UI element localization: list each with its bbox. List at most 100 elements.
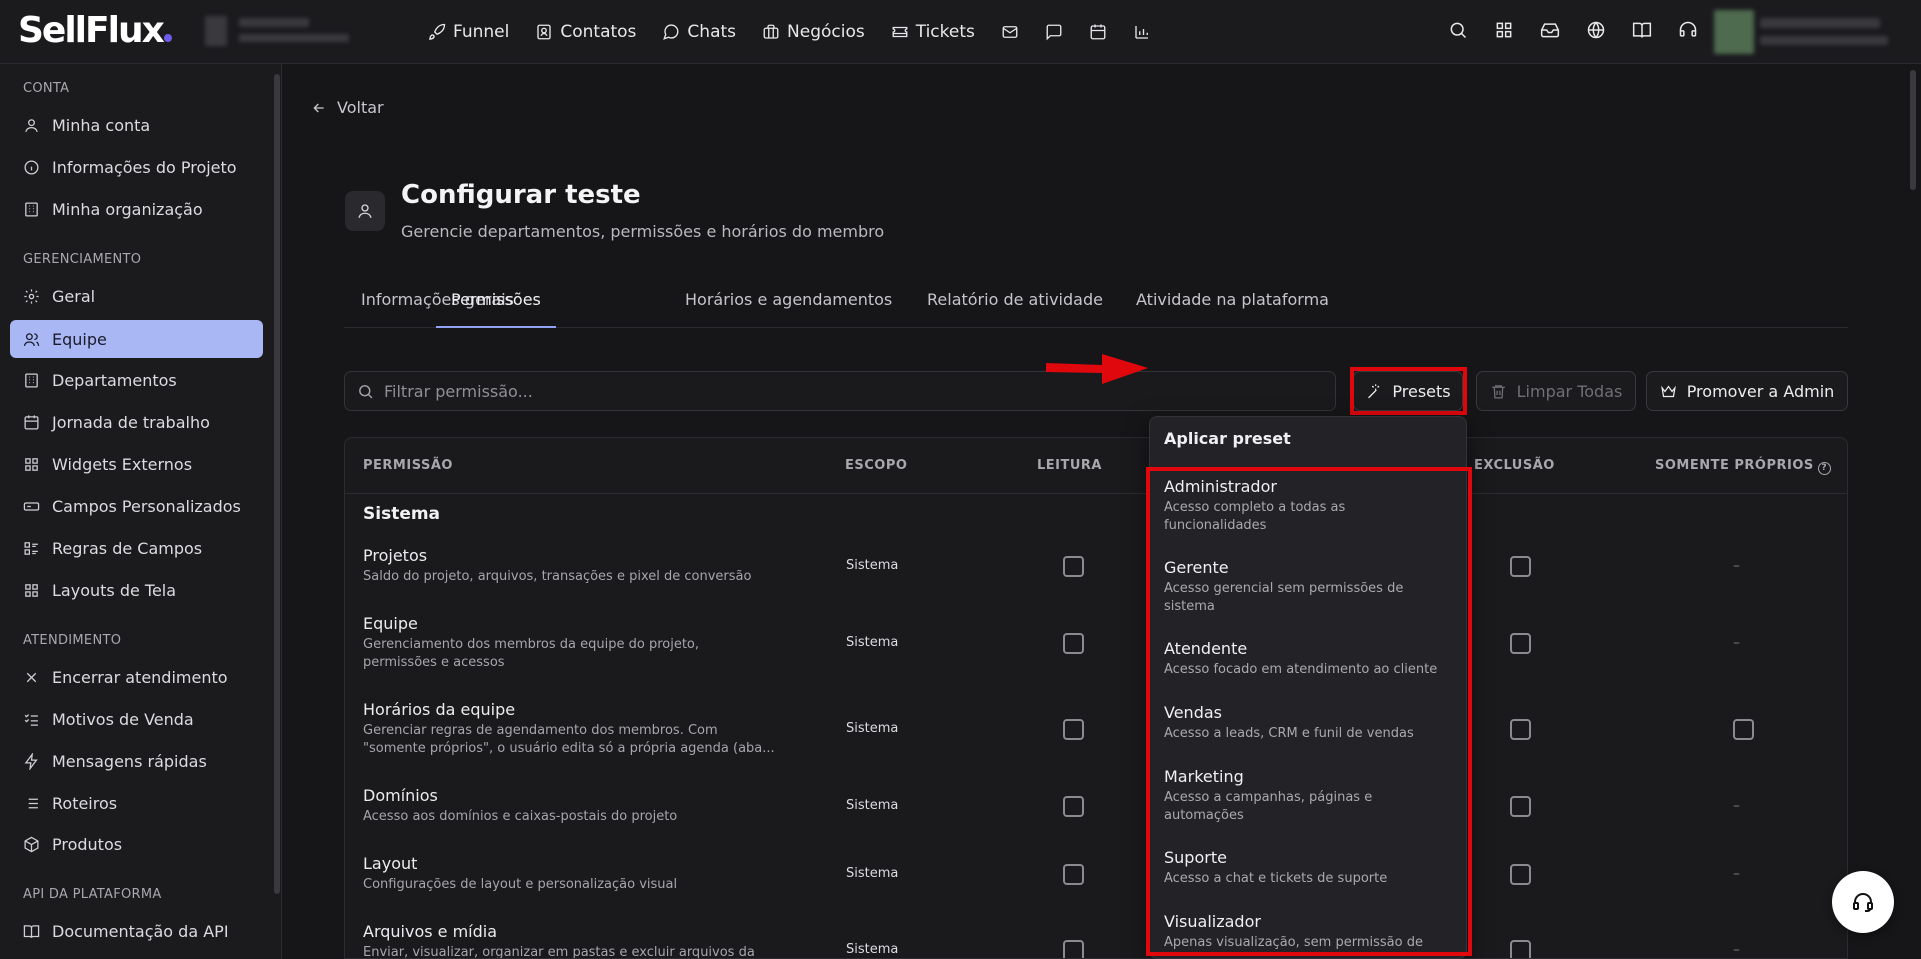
sidebar-item-encerrar-atendimento[interactable]: Encerrar atendimento xyxy=(10,658,263,696)
nav-tickets-label: Tickets xyxy=(915,22,975,42)
sidebar-item-label: Departamentos xyxy=(52,370,177,390)
sidebar-item-label: Produtos xyxy=(52,834,123,854)
member-avatar xyxy=(345,191,385,231)
inbox-icon[interactable] xyxy=(1540,20,1560,40)
own-only-value: – xyxy=(1733,866,1740,882)
apps-icon[interactable] xyxy=(1494,20,1514,40)
sidebar-item-informacoes-projeto[interactable]: Informações do Projeto xyxy=(10,148,263,186)
sidebar-item-jornada-de-trabalho[interactable]: Jornada de trabalho xyxy=(10,403,263,441)
tab-atividade[interactable]: Atividade na plataforma xyxy=(1136,290,1329,328)
header-divider xyxy=(345,493,1847,494)
tab-bar: Informações gerais Permissões Horários e… xyxy=(344,286,1848,328)
project-selector[interactable] xyxy=(205,16,390,48)
column-header: PERMISSÃO xyxy=(363,458,453,473)
nav-chats[interactable]: Chats xyxy=(662,22,736,42)
messages-button[interactable] xyxy=(1045,23,1063,41)
calendar-icon xyxy=(24,414,39,430)
user-menu[interactable] xyxy=(1714,10,1890,54)
sidebar-scrollbar[interactable] xyxy=(274,74,280,894)
delete-checkbox[interactable] xyxy=(1510,796,1531,817)
page-subtitle: Gerencie departamentos, permissões e hor… xyxy=(401,222,885,241)
sidebar-item-label: Encerrar atendimento xyxy=(52,667,228,687)
list-icon xyxy=(25,798,38,808)
annotation-arrow xyxy=(1046,354,1148,384)
delete-checkbox[interactable] xyxy=(1510,633,1531,654)
tab-relatorio[interactable]: Relatório de atividade xyxy=(927,290,1103,328)
nav-tickets[interactable]: Tickets xyxy=(891,22,975,42)
column-header: ESCOPO xyxy=(845,458,908,473)
list-rules-icon xyxy=(24,541,38,555)
own-only-value: – xyxy=(1733,942,1740,958)
delete-checkbox[interactable] xyxy=(1510,940,1531,958)
search-icon[interactable] xyxy=(1448,20,1468,40)
promote-admin-button[interactable]: Promover a Admin xyxy=(1646,371,1848,411)
read-checkbox[interactable] xyxy=(1063,940,1084,958)
tab-horarios[interactable]: Horários e agendamentos xyxy=(685,290,892,328)
permission-title: Equipe xyxy=(363,614,418,633)
delete-checkbox[interactable] xyxy=(1510,864,1531,885)
briefcase-icon xyxy=(763,24,779,39)
sidebar-item-regras-de-campos[interactable]: Regras de Campos xyxy=(10,529,263,567)
main-scrollbar[interactable] xyxy=(1910,70,1916,190)
sidebar-item-widgets-externos[interactable]: Widgets Externos xyxy=(10,445,263,483)
reports-button[interactable] xyxy=(1133,23,1151,41)
help-icon[interactable]: ? xyxy=(1817,462,1831,475)
own-only-value: – xyxy=(1733,635,1740,651)
sidebar-item-motivos-de-venda[interactable]: Motivos de Venda xyxy=(10,700,263,738)
permission-title: Horários da equipe xyxy=(363,700,516,719)
sidebar-section-title: GERENCIAMENTO xyxy=(23,252,142,267)
own-only-checkbox[interactable] xyxy=(1733,719,1754,740)
permission-description: Configurações de layout e personalização… xyxy=(363,877,678,892)
sidebar-item-label: Minha organização xyxy=(52,199,203,219)
support-chat-button[interactable] xyxy=(1832,871,1894,933)
nav-funnel[interactable]: Funnel xyxy=(428,22,509,42)
logo[interactable]: SellFlux xyxy=(18,10,172,51)
nav-contatos[interactable]: Contatos xyxy=(535,22,636,42)
nav-negocios[interactable]: Negócios xyxy=(762,22,865,42)
sidebar-item-minha-conta[interactable]: Minha conta xyxy=(10,106,263,144)
read-checkbox[interactable] xyxy=(1063,633,1084,654)
headset-icon[interactable] xyxy=(1678,20,1698,40)
delete-checkbox[interactable] xyxy=(1510,719,1531,740)
permission-description: Gerenciar regras de agendamento dos memb… xyxy=(363,723,775,756)
sidebar-item-produtos[interactable]: Produtos xyxy=(10,825,263,863)
read-checkbox[interactable] xyxy=(1063,556,1084,577)
sidebar-item-campos-personalizados[interactable]: Campos Personalizados xyxy=(10,487,263,525)
read-checkbox[interactable] xyxy=(1063,796,1084,817)
headset-icon xyxy=(1853,893,1873,912)
book-icon[interactable] xyxy=(1632,20,1652,40)
permission-scope: Sistema xyxy=(846,798,899,813)
read-checkbox[interactable] xyxy=(1063,719,1084,740)
chat-icon xyxy=(663,24,679,40)
calendar-button[interactable] xyxy=(1089,23,1107,41)
delete-checkbox[interactable] xyxy=(1510,556,1531,577)
permission-scope: Sistema xyxy=(846,942,899,957)
sidebar-item-departamentos[interactable]: Departamentos xyxy=(10,361,263,399)
calendar-icon xyxy=(1090,24,1106,40)
back-label: Voltar xyxy=(337,98,384,117)
building-icon xyxy=(25,201,38,217)
sidebar-item-mensagens-rapidas[interactable]: Mensagens rápidas xyxy=(10,742,263,780)
sidebar-item-geral[interactable]: Geral xyxy=(10,277,263,315)
top-bar: SellFlux Funnel Contatos Chats Negócios … xyxy=(0,0,1921,64)
permission-scope: Sistema xyxy=(846,558,899,573)
sidebar-item-minha-organizacao[interactable]: Minha organização xyxy=(10,190,263,228)
sidebar-item-documentacao-api[interactable]: Documentação da API xyxy=(10,912,263,950)
tab-permissoes[interactable]: Permissões xyxy=(436,290,556,328)
sidebar-item-layouts-de-tela[interactable]: Layouts de Tela xyxy=(10,571,263,609)
sidebar-item-label: Mensagens rápidas xyxy=(52,751,207,771)
layout-icon xyxy=(25,583,38,597)
info-icon xyxy=(24,159,39,175)
sidebar-item-equipe[interactable]: Equipe xyxy=(10,320,263,358)
promote-admin-label: Promover a Admin xyxy=(1686,381,1835,401)
sidebar-item-roteiros[interactable]: Roteiros xyxy=(10,784,263,822)
read-checkbox[interactable] xyxy=(1063,864,1084,885)
book-icon xyxy=(23,924,40,938)
mail-button[interactable] xyxy=(1001,23,1019,41)
clear-all-button[interactable]: Limpar Todas xyxy=(1476,371,1636,411)
globe-icon[interactable] xyxy=(1586,20,1606,40)
column-header: LEITURA xyxy=(1037,458,1102,473)
back-link[interactable]: Voltar xyxy=(311,98,384,117)
bar-chart-icon xyxy=(1135,26,1148,39)
logo-dot xyxy=(163,34,172,42)
